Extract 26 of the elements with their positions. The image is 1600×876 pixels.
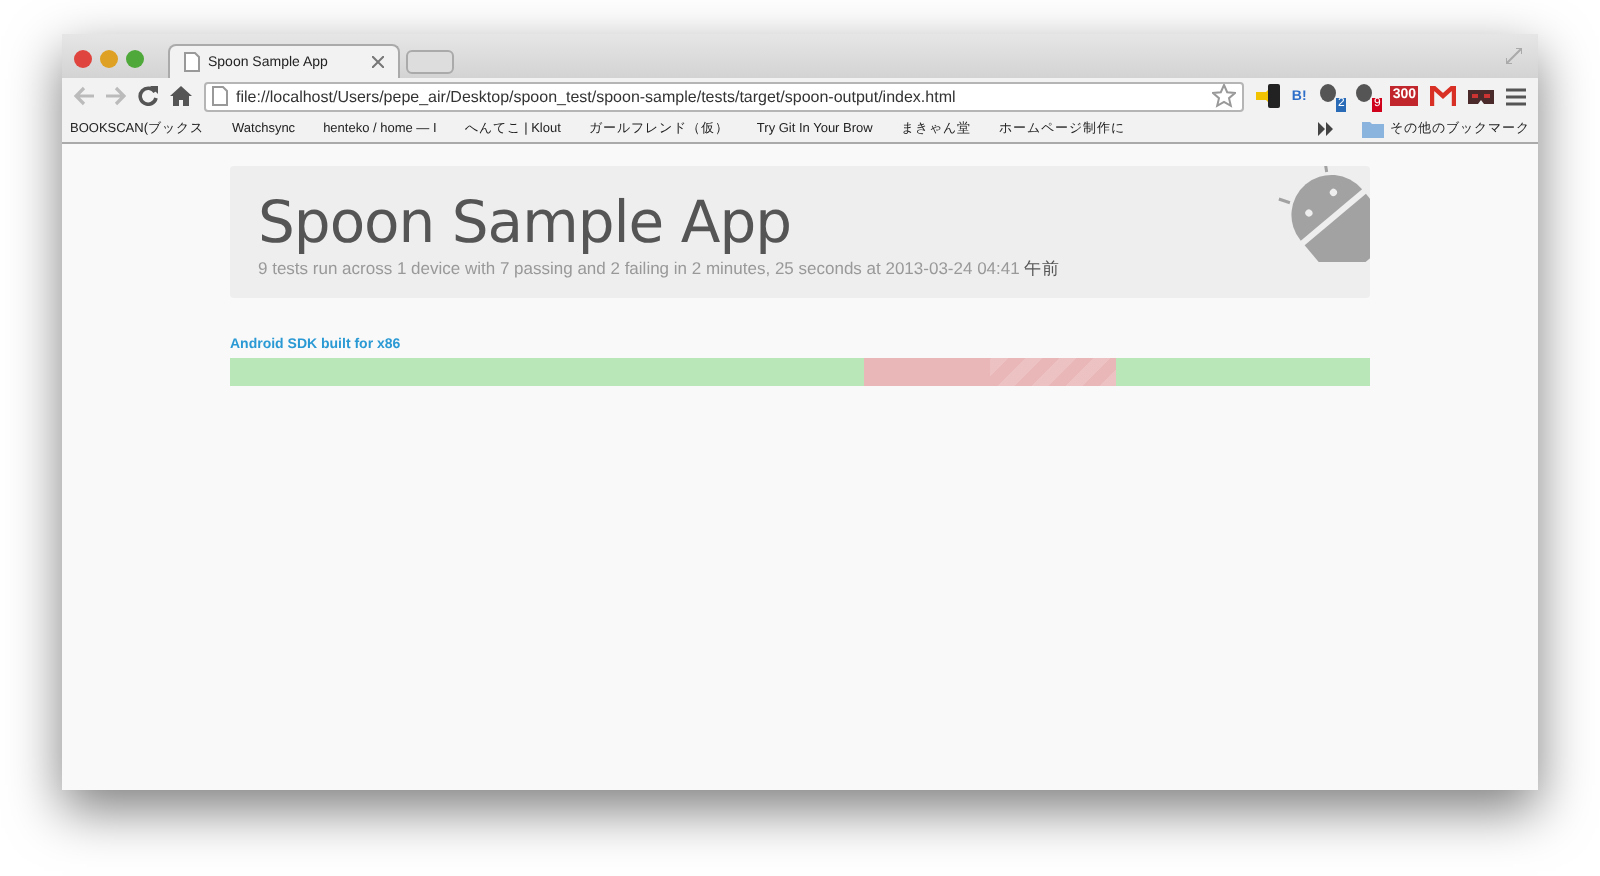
test-result-segment[interactable]	[989, 358, 1117, 386]
maximize-window-icon[interactable]	[126, 49, 144, 67]
test-result-segment[interactable]	[1243, 358, 1370, 386]
address-bar[interactable]: file://localhost/Users/pepe_air/Desktop/spoon_test/spoon-sample/tests/target/spoon-output/index.html	[204, 81, 1244, 111]
close-window-icon[interactable]	[74, 49, 92, 67]
minimize-window-icon[interactable]	[100, 49, 118, 67]
new-tab-button[interactable]	[406, 50, 454, 74]
test-result-segment[interactable]	[863, 358, 990, 386]
mail-icon[interactable]	[1430, 86, 1456, 106]
fullscreen-icon[interactable]	[1506, 48, 1522, 64]
folder-icon	[1362, 119, 1384, 137]
close-icon[interactable]	[372, 56, 384, 68]
test-result-segment[interactable]	[1116, 358, 1244, 386]
test-result-segment[interactable]	[230, 358, 357, 386]
phone-icon[interactable]	[1255, 84, 1280, 108]
summary-text: 9 tests run across 1 device with 7 passing and 2 failing in 2 minutes, 25 seconds at 2013-03-24 04:41 午前	[258, 258, 1063, 282]
more-bookmarks-icon[interactable]	[1318, 121, 1334, 135]
back-icon[interactable]	[74, 86, 94, 106]
forward-icon[interactable]	[106, 86, 126, 106]
test-result-segment[interactable]	[736, 358, 864, 386]
page-title: Spoon Sample App	[258, 190, 794, 254]
menu-icon[interactable]	[1506, 87, 1526, 105]
star-icon[interactable]	[1211, 84, 1236, 108]
home-icon[interactable]	[170, 86, 192, 106]
mask-icon[interactable]	[1468, 89, 1494, 103]
reload-icon[interactable]	[138, 86, 158, 106]
